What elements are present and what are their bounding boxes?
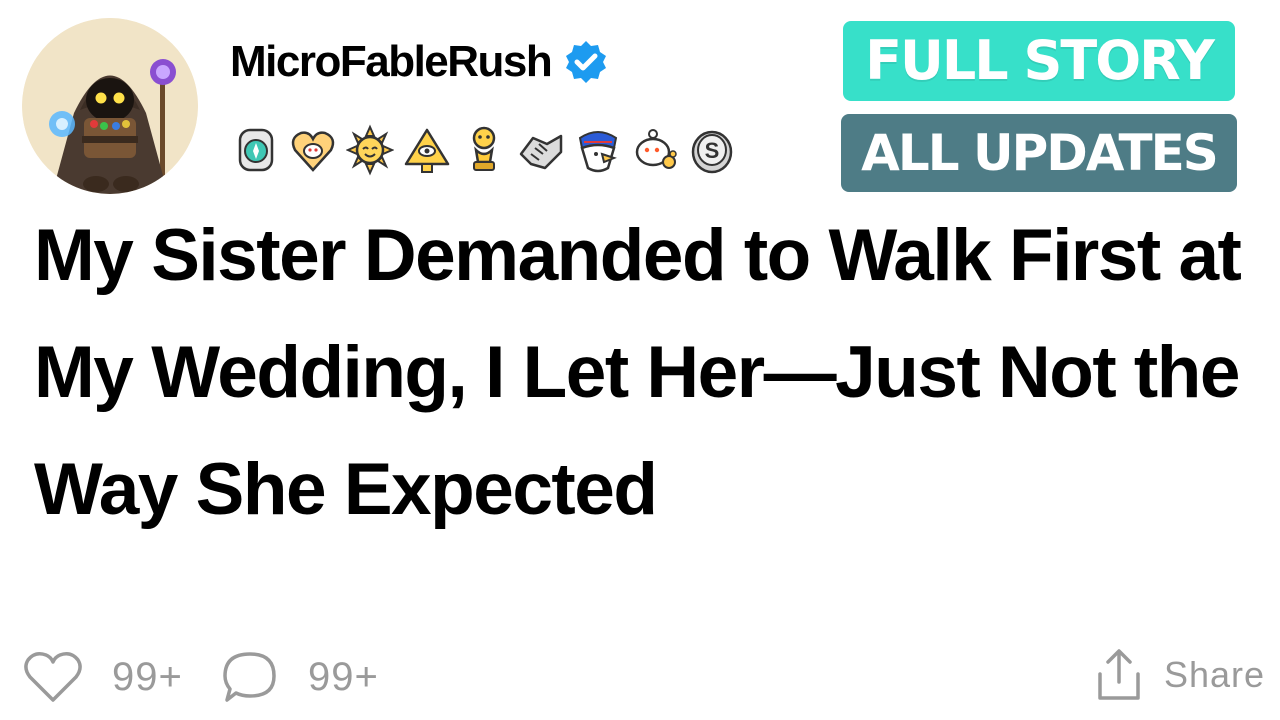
svg-text:S: S (705, 138, 720, 163)
trophy-snoo-icon (460, 124, 508, 176)
like-count: 99+ (112, 654, 183, 699)
avatar[interactable] (22, 18, 198, 194)
share-label: Share (1164, 654, 1266, 695)
share-button[interactable]: Share (1096, 648, 1265, 702)
post-title[interactable]: My Sister Demanded to Walk First at My W… (34, 197, 1254, 548)
heart-icon (24, 652, 82, 702)
share-icon (1098, 649, 1140, 700)
post-card: MicroFableRush S FULL STORY ALL UPDATES … (0, 0, 1280, 720)
snoo-blowing-icon (631, 124, 679, 176)
sun-face-icon (346, 124, 394, 176)
username-row: MicroFableRush (230, 34, 609, 90)
comment-button[interactable]: 99+ (222, 648, 379, 706)
username[interactable]: MicroFableRush (230, 34, 553, 90)
silver-coin-icon: S (688, 124, 736, 176)
comment-count: 99+ (308, 654, 379, 699)
all-updates-badge[interactable]: ALL UPDATES (841, 114, 1237, 192)
pyramid-eye-icon (403, 124, 451, 176)
full-story-badge[interactable]: FULL STORY (843, 21, 1235, 101)
compass-medal-icon (232, 124, 280, 176)
verified-badge-icon (566, 41, 607, 83)
post-actions: 99+ 99+ Share (0, 640, 1280, 714)
wizard-avatar-icon (22, 18, 198, 194)
like-button[interactable]: 99+ (22, 648, 183, 706)
awards-row: S (232, 124, 736, 176)
comment-bubble-icon (223, 652, 276, 702)
heart-snoo-icon (289, 124, 337, 176)
handshake-icon (517, 124, 565, 176)
eagle-icon (574, 124, 622, 176)
